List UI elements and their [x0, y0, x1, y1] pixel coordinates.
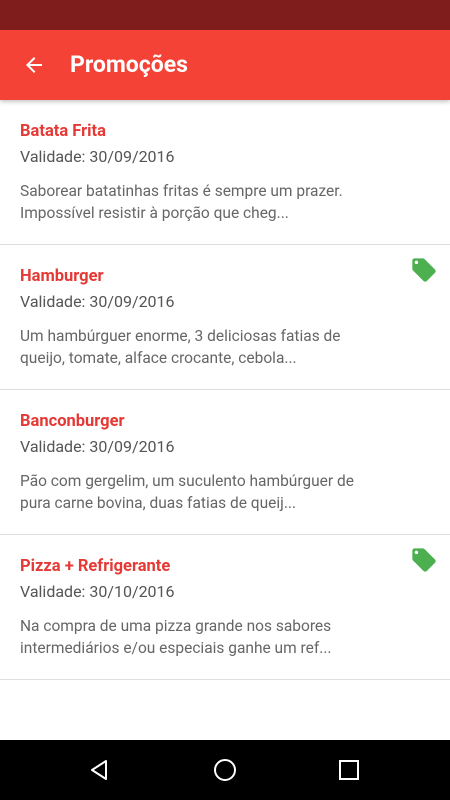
promotion-description: Saborear batatinhas fritas é sempre um p… [20, 180, 435, 224]
page-title: Promoções [70, 51, 188, 78]
promotion-description-line: Saborear batatinhas fritas é sempre um p… [20, 182, 343, 200]
nav-recents-button[interactable] [333, 754, 365, 786]
tag-icon [412, 258, 436, 282]
promotion-validity: Validade: 30/09/2016 [20, 292, 175, 311]
back-button[interactable] [18, 51, 50, 79]
promotion-description-line: Um hambúrguer enorme, 3 deliciosas fatia… [20, 327, 341, 345]
nav-back-button[interactable] [83, 754, 115, 786]
promotion-validity: Validade: 30/10/2016 [20, 582, 175, 601]
promotion-title: Hamburger [20, 267, 104, 286]
promotion-description-line: Impossível resistir à porção que cheg... [20, 204, 289, 222]
status-bar [0, 0, 450, 30]
promotion-description-line: queijo, tomate, alface crocante, cebola.… [20, 349, 297, 367]
tag-icon [412, 548, 436, 572]
promotion-description: Na compra de uma pizza grande nos sabore… [20, 615, 435, 659]
promotion-validity: Validade: 30/09/2016 [20, 437, 175, 456]
promotion-description-line: pura carne bovina, duas fatias de queij.… [20, 494, 297, 512]
promotion-description-line: Pão com gergelim, um suculento hambúrgue… [20, 472, 354, 490]
promotion-title: Banconburger [20, 412, 125, 431]
navigation-bar [0, 740, 450, 800]
app-bar: Promoções [0, 30, 450, 100]
promotion-description-line: intermediários e/ou especiais ganhe um r… [20, 639, 332, 657]
circle-home-icon [214, 759, 236, 781]
promotion-title: Pizza + Refrigerante [20, 557, 171, 576]
promotion-description-line: Na compra de uma pizza grande nos sabore… [20, 617, 332, 635]
promotion-item[interactable]: Hamburger Validade: 30/09/2016 Um hambúr… [0, 245, 450, 390]
promotion-validity: Validade: 30/09/2016 [20, 147, 175, 166]
arrow-back-icon [26, 57, 42, 73]
promotion-item[interactable]: Pizza + Refrigerante Validade: 30/10/201… [0, 535, 450, 680]
square-recents-icon [339, 760, 359, 780]
promotion-item[interactable]: Batata Frita Validade: 30/09/2016 Sabore… [0, 100, 450, 245]
promotion-title: Batata Frita [20, 122, 106, 141]
nav-home-button[interactable] [209, 754, 241, 786]
promotion-description: Pão com gergelim, um suculento hambúrgue… [20, 470, 435, 514]
promotion-list: Batata Frita Validade: 30/09/2016 Sabore… [0, 100, 450, 680]
promotion-description: Um hambúrguer enorme, 3 deliciosas fatia… [20, 325, 435, 369]
triangle-back-icon [91, 760, 107, 780]
promotion-item[interactable]: Banconburger Validade: 30/09/2016 Pão co… [0, 390, 450, 535]
